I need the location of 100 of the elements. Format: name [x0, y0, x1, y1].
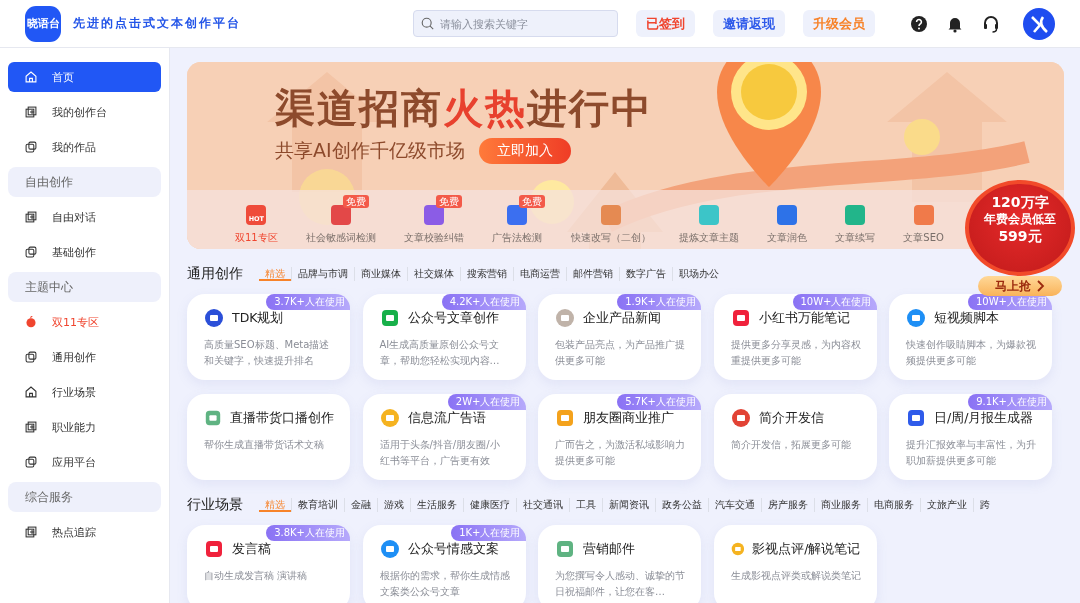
card-description: 根据你的需求，帮你生成情感文案类公众号文章	[379, 569, 510, 599]
category-tab[interactable]: 工具	[569, 498, 602, 512]
nav-item[interactable]: 热点追踪	[8, 517, 161, 547]
usage-badge: 9.1K+人在使用	[968, 394, 1052, 410]
promo-text: 599元	[998, 228, 1042, 245]
category-tab[interactable]: 搜索营销	[460, 267, 513, 281]
tool-card[interactable]: 3.8K+人在使用 发言稿 自动生成发言稿 演讲稿	[187, 525, 350, 603]
search-field[interactable]: 请输入搜索关键字	[413, 10, 618, 37]
card-title: 营销邮件	[583, 540, 635, 558]
chevron-icon	[1037, 280, 1045, 293]
category-tab[interactable]: 邮件营销	[566, 267, 619, 281]
tool-card[interactable]: 3.7K+人在使用 TDK规划 高质量SEO标题、Meta描述和关键字，快速提升排名	[187, 294, 350, 380]
category-tab[interactable]: 文旅产业	[920, 498, 973, 512]
usage-badge: 4.2K+人在使用	[441, 294, 526, 310]
card-title: 简介开发信	[758, 409, 824, 427]
category-tab[interactable]: 跨	[973, 498, 996, 512]
card-description: 自动生成发言稿 演讲稿	[204, 569, 309, 583]
promo-text: 120万字	[991, 194, 1049, 211]
category-tab[interactable]: 社交通讯	[516, 498, 569, 512]
promo-badge[interactable]: 120万字 年费会员低至 599元	[965, 180, 1075, 277]
nav-icon	[24, 70, 38, 84]
nav-item[interactable]: 我的作品	[8, 132, 161, 162]
tool-item[interactable]: 文章续写	[835, 194, 876, 245]
tool-card[interactable]: 1.9K+人在使用 企业产品新闻 包装产品亮点，为产品推广提供更多可能	[538, 294, 701, 380]
card-description: 帮你生成直播带货话术文稿	[204, 438, 325, 452]
tool-card[interactable]: 10W+人在使用 短视频脚本 快速创作吸睛脚本，为爆款视频提供更多可能	[889, 294, 1052, 380]
tool-card[interactable]: 1K+人在使用 公众号情感文案 根据你的需求，帮你生成情感文案类公众号文章	[362, 525, 526, 603]
nav-item[interactable]: 双11专区	[8, 307, 161, 337]
tool-item[interactable]: 免费 社会敏感词检测	[305, 194, 376, 245]
avatar[interactable]	[1023, 7, 1055, 40]
card-title: 朋友圈商业推广	[583, 409, 674, 427]
category-tab[interactable]: 生活服务	[410, 498, 463, 512]
nav-item[interactable]: 行业场景	[8, 377, 161, 407]
tool-item[interactable]: 免费 广告法检测	[492, 194, 543, 245]
category-tab[interactable]: 数字广告	[619, 267, 672, 281]
usage-badge: 3.8K+人在使用	[266, 525, 350, 541]
card-description: 高质量SEO标题、Meta描述和关键字，快速提升排名	[204, 338, 331, 368]
nav-section: 综合服务	[8, 482, 161, 512]
tool-card[interactable]: 影视点评/解说笔记 生成影视点评类或解说类笔记	[713, 525, 877, 603]
nav-item[interactable]: 首页	[8, 62, 161, 92]
category-tab[interactable]: 品牌与市调	[291, 267, 354, 281]
category-tab[interactable]: 电商运营	[513, 267, 566, 281]
card-description: 快速创作吸睛脚本，为爆款视频提供更多可能	[906, 338, 1036, 368]
nav-item[interactable]: 应用平台	[8, 447, 161, 477]
nav-icon	[24, 385, 38, 399]
tool-item[interactable]: 文章SEO	[903, 194, 944, 245]
category-tab[interactable]: 游戏	[377, 498, 410, 512]
category-tab[interactable]: 商业媒体	[354, 267, 407, 281]
hot-icon	[24, 315, 38, 329]
tool-card[interactable]: 直播带货口播创作 帮你生成直播带货话术文稿	[187, 394, 350, 480]
section-title: 行业场景	[187, 496, 243, 514]
usage-badge: 2W+人在使用	[447, 394, 526, 410]
category-tab[interactable]: 汽车交通	[708, 498, 761, 512]
tool-item[interactable]: 提炼文章主题	[678, 194, 739, 245]
nav-icon	[24, 420, 38, 434]
category-tab[interactable]: 教育培训	[291, 498, 344, 512]
card-title: TDK规划	[232, 309, 284, 327]
banner-subtitle: 共享AI创作千亿级市场	[275, 138, 465, 163]
tool-card[interactable]: 营销邮件 为您撰写令人感动、诚挚的节日祝福邮件，让您在客…	[538, 525, 701, 603]
nav-item[interactable]: 自由对话	[8, 202, 161, 232]
usage-badge: 3.7K+人在使用	[266, 294, 350, 310]
category-tab[interactable]: 社交媒体	[407, 267, 460, 281]
headset-icon[interactable]	[981, 13, 1001, 34]
card-title: 发言稿	[232, 540, 271, 558]
nav-item[interactable]: 职业能力	[8, 412, 161, 442]
category-tab[interactable]: 健康医疗	[463, 498, 516, 512]
tool-item[interactable]: 免费 文章校验纠错	[404, 194, 465, 245]
nav-section: 自由创作	[8, 167, 161, 197]
category-tab[interactable]: 金融	[344, 498, 377, 512]
free-tag: 免费	[519, 194, 546, 208]
tool-card[interactable]: 10W+人在使用 小红书万能笔记 提供更多分享灵感，为内容权重提供更多可能	[713, 294, 877, 380]
usage-badge: 1.9K+人在使用	[617, 294, 701, 310]
tool-card[interactable]: 4.2K+人在使用 公众号文章创作 AI生成高质量原创公众号文章，帮助您轻松实现内容…	[362, 294, 526, 380]
category-tab[interactable]: 职场办公	[672, 267, 725, 281]
tool-item[interactable]: 文章润色	[766, 194, 807, 245]
usage-badge: 10W+人在使用	[792, 294, 877, 310]
grab-button[interactable]: 马上抢	[978, 276, 1062, 296]
help-icon[interactable]	[909, 13, 929, 34]
card-description: AI生成高质量原创公众号文章，帮助您轻松实现内容…	[379, 338, 501, 368]
tool-card[interactable]: 5.7K+人在使用 朋友圈商业推广 广而告之，为激活私域影响力提供更多可能	[538, 394, 701, 480]
nav-icon	[24, 245, 38, 259]
category-tab[interactable]: 电商服务	[867, 498, 920, 512]
section-title: 通用创作	[187, 265, 243, 283]
logo[interactable]: 晓语台	[25, 5, 61, 42]
nav-icon	[24, 140, 38, 154]
category-tab[interactable]: 新闻资讯	[602, 498, 655, 512]
tool-card[interactable]: 9.1K+人在使用 日/周/月报生成器 提升汇报效率与丰富性，为升职加薪提供更多可能	[889, 394, 1052, 480]
nav-item[interactable]: 基础创作	[8, 237, 161, 267]
category-tab[interactable]: 商业服务	[814, 498, 867, 512]
card-description: 提供更多分享灵感，为内容权重提供更多可能	[730, 338, 861, 368]
header-button[interactable]: 邀请返现	[713, 10, 785, 37]
tool-card[interactable]: 2W+人在使用 信息流广告语 适用于头条/抖音/朋友圈/小红书等平台，广告更有效	[362, 394, 526, 480]
card-description: 适用于头条/抖音/朋友圈/小红书等平台，广告更有效	[379, 438, 501, 468]
nav-item[interactable]: 我的创作台	[8, 97, 161, 127]
category-tab[interactable]: 政务公益	[655, 498, 708, 512]
tool-card[interactable]: 简介开发信 简介开发信，拓展更多可能	[713, 394, 877, 480]
card-title: 企业产品新闻	[583, 309, 661, 327]
nav-item[interactable]: 通用创作	[8, 342, 161, 372]
category-tab[interactable]: 房产服务	[761, 498, 814, 512]
card-title: 小红书万能笔记	[758, 309, 850, 327]
